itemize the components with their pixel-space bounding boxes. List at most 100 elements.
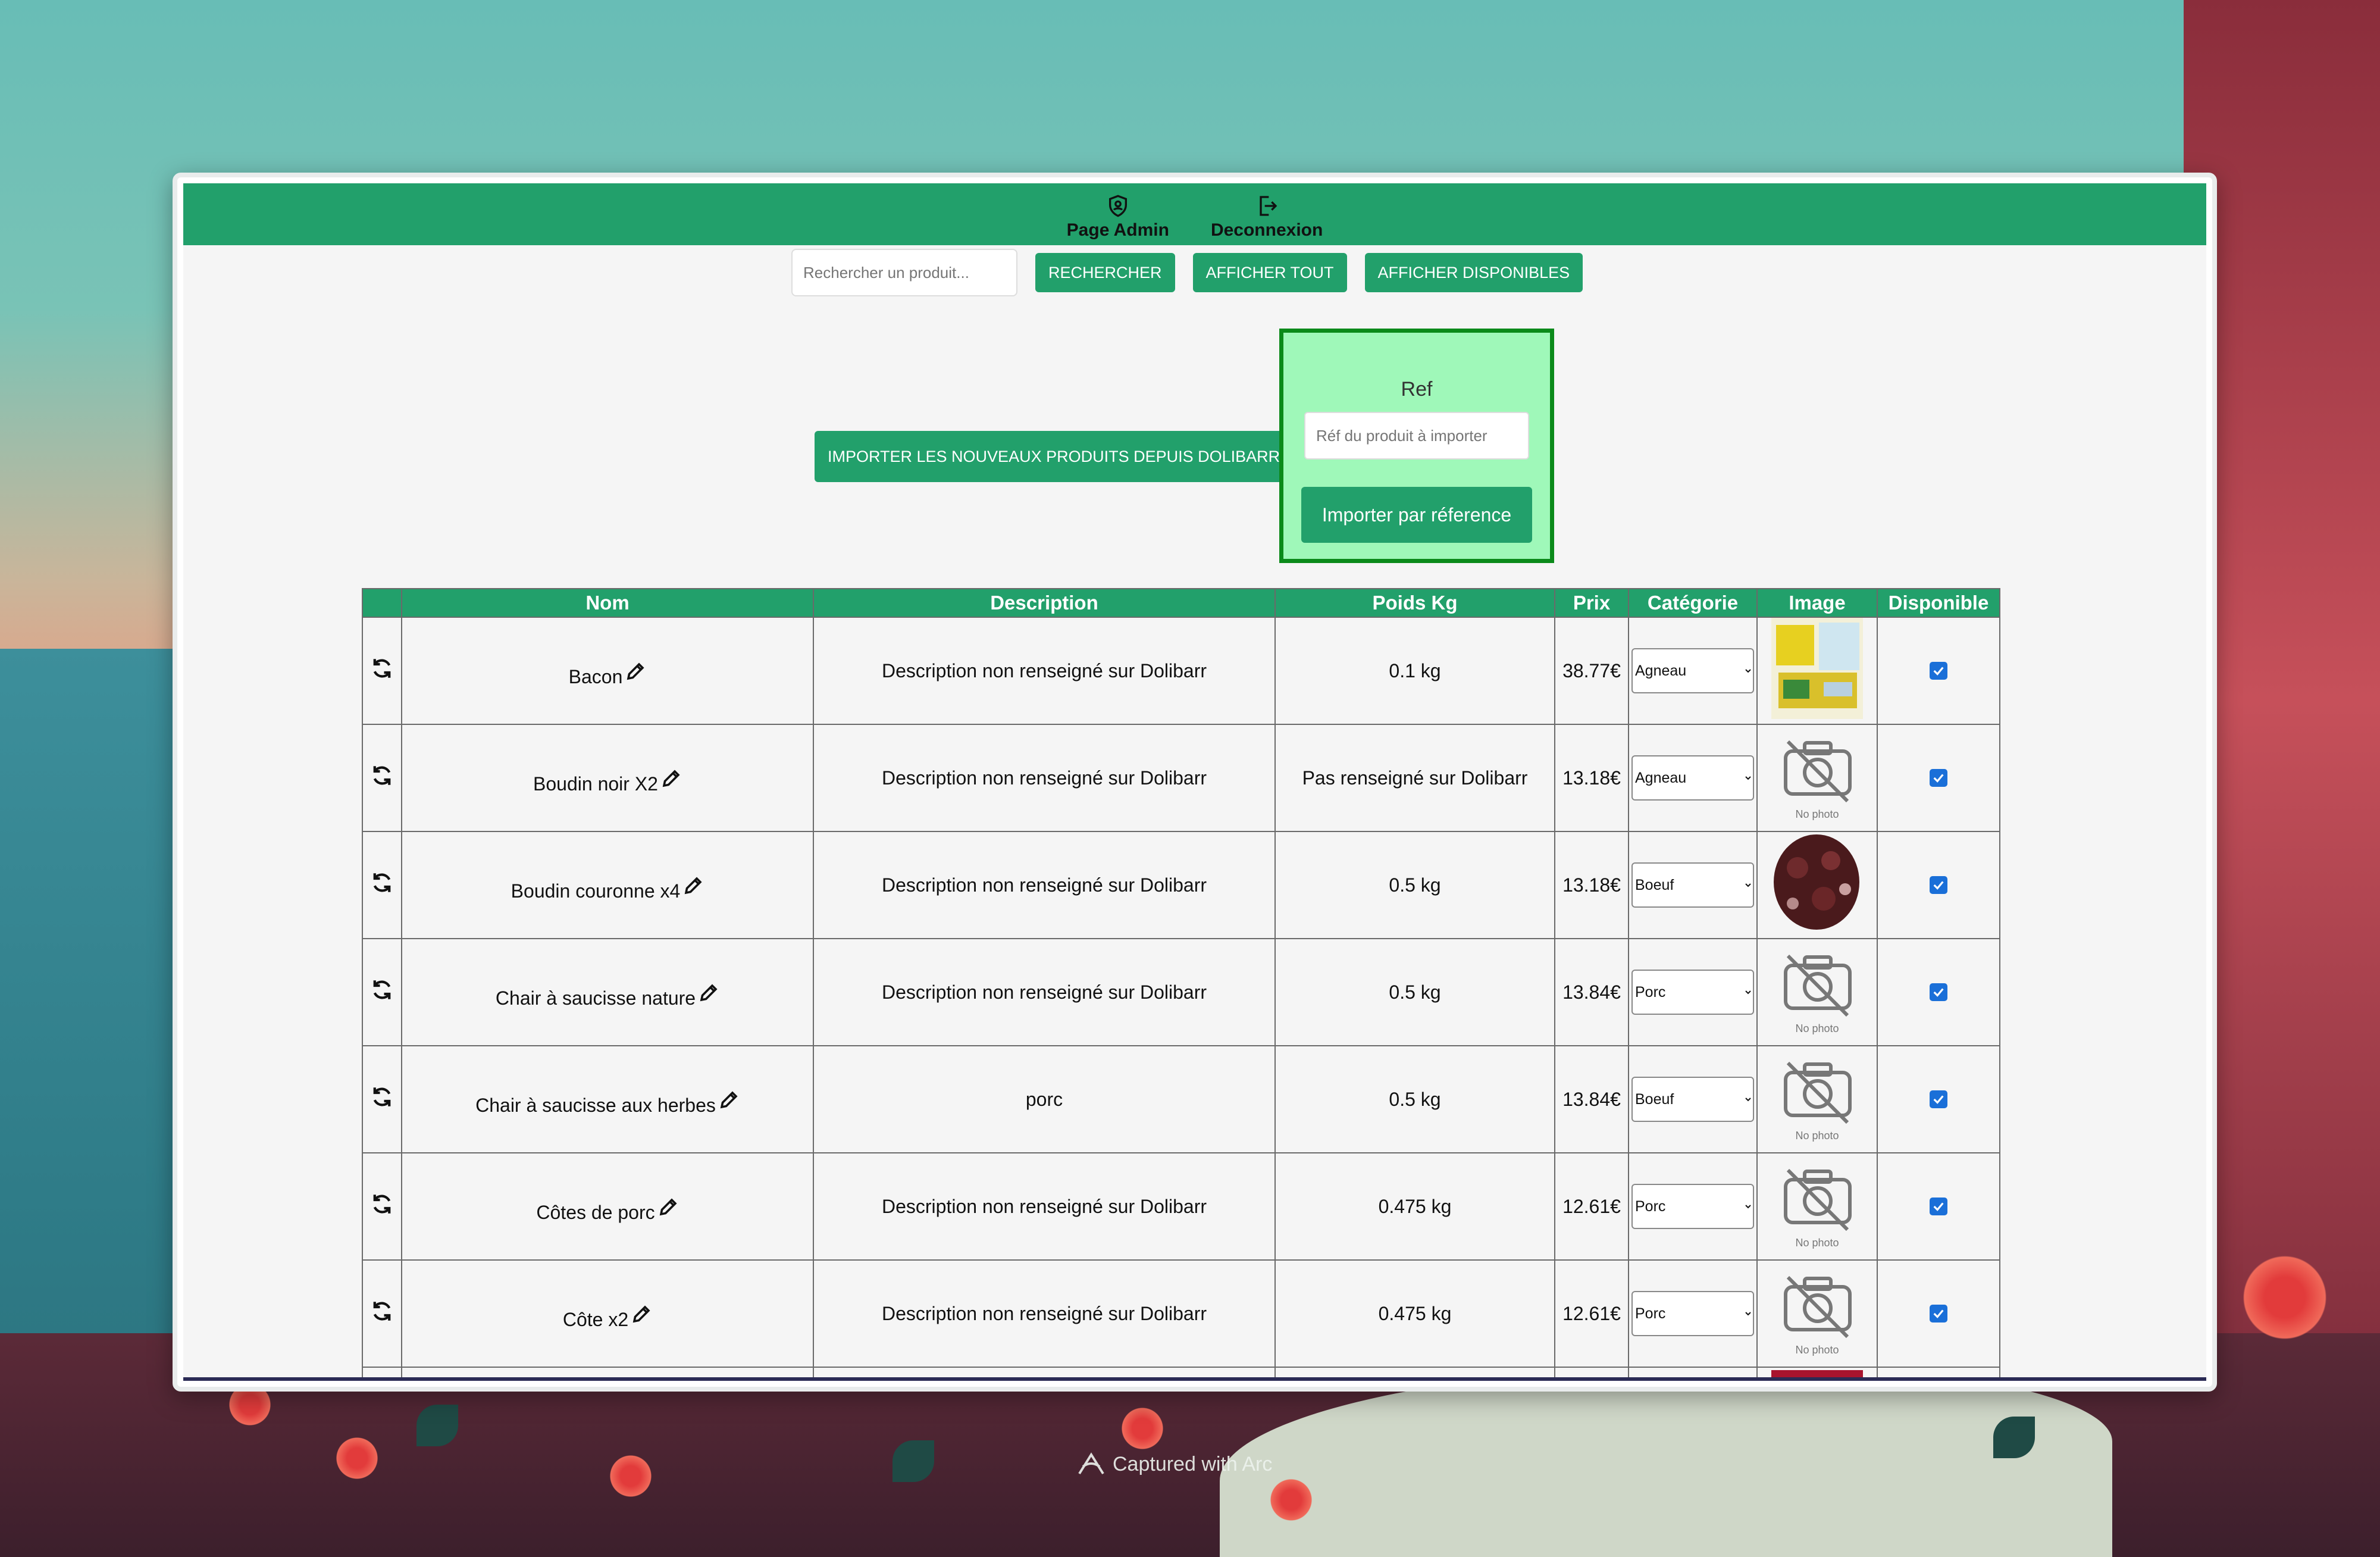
no-photo-text: No photo (1795, 1023, 1839, 1034)
check-icon (1933, 881, 1944, 890)
image-cell: No photo (1756, 724, 1878, 832)
shield-user-icon (1108, 195, 1127, 217)
available-cell (1877, 938, 2000, 1046)
table-row: Côte x2 Description non renseigné sur Dol… (362, 1259, 2000, 1368)
product-name: Chair à saucisse aux herbes (475, 1094, 716, 1116)
product-name: Boudin couronne x4 (511, 880, 681, 902)
header-prix: Prix (1554, 588, 1629, 618)
image-cell (1756, 617, 1878, 725)
nav-logout-link[interactable]: Deconnexion (1211, 194, 1323, 240)
product-name: Bacon (568, 665, 623, 687)
sync-cell (362, 1045, 402, 1153)
product-weight: 0.5 kg (1274, 1045, 1555, 1153)
nav-admin-link[interactable]: Page Admin (1067, 194, 1169, 240)
name-cell: Boudin noir X2 (401, 724, 814, 832)
top-nav-bar: Page Admin Deconnexion (183, 183, 2206, 245)
sync-cell (362, 724, 402, 832)
category-select[interactable]: AgneauBoeufPorc (1631, 755, 1754, 801)
no-photo-text: No photo (1795, 1344, 1839, 1356)
nav-logout-label: Deconnexion (1210, 220, 1323, 240)
category-select[interactable]: AgneauBoeufPorc (1631, 1291, 1754, 1336)
product-price: 13.84€ (1554, 1045, 1629, 1153)
arc-logo-icon (1078, 1452, 1104, 1475)
available-checkbox[interactable] (1930, 983, 1947, 1001)
category-select[interactable]: AgneauBoeufPorc (1631, 970, 1754, 1015)
product-weight: 0.475 kg (1274, 1152, 1555, 1261)
flower-decoration (2237, 1250, 2332, 1345)
product-price: 13.84€ (1554, 938, 1629, 1046)
products-table: Nom Description Poids Kg Prix Catégorie … (362, 588, 2000, 1381)
available-checkbox[interactable] (1930, 1090, 1947, 1108)
available-cell (1877, 724, 2000, 832)
no-photo-icon: No photo (1784, 954, 1852, 1034)
category-select[interactable]: AgneauBoeufPorc (1631, 1184, 1754, 1229)
available-checkbox[interactable] (1930, 662, 1947, 680)
edit-pencil-icon[interactable] (657, 1196, 679, 1218)
available-checkbox[interactable] (1930, 1305, 1947, 1322)
category-cell: AgneauBoeufPorc (1628, 1152, 1758, 1261)
edit-pencil-icon[interactable] (718, 1089, 740, 1111)
category-cell: AgneauBoeufPorc (1628, 724, 1758, 832)
category-select[interactable]: AgneauBoeufPorc (1631, 648, 1754, 693)
product-description: Description non renseigné sur Dolibarr (813, 831, 1276, 939)
product-description: porc (813, 1045, 1276, 1153)
search-button[interactable]: RECHERCHER (1035, 253, 1175, 292)
available-cell (1877, 1045, 2000, 1153)
flower-decoration (333, 1434, 381, 1482)
ref-input[interactable] (1304, 412, 1529, 459)
table-header-row: Nom Description Poids Kg Prix Catégorie … (362, 588, 2000, 618)
sync-cell (362, 1259, 402, 1368)
category-cell: AgneauBoeufPorc (1628, 1259, 1758, 1368)
search-input[interactable] (791, 249, 1017, 296)
image-cell: No photo (1756, 1259, 1878, 1368)
category-select[interactable]: AgneauBoeufPorc (1631, 1077, 1754, 1122)
available-cell (1877, 617, 2000, 725)
capture-watermark: Captured with Arc (1077, 1452, 1272, 1476)
check-icon (1933, 988, 1944, 997)
product-name: Côtes de porc (536, 1201, 655, 1223)
product-price: 38.77€ (1554, 617, 1629, 725)
product-description: Description non renseigné sur Dolibarr (813, 724, 1276, 832)
refresh-icon[interactable] (369, 1299, 394, 1324)
name-cell: Boudin couronne x4 (401, 831, 814, 939)
name-cell: Côte x2 (401, 1259, 814, 1368)
product-description: Description non renseigné sur Dolibarr (813, 1152, 1276, 1261)
available-checkbox[interactable] (1930, 876, 1947, 894)
header-categorie: Catégorie (1628, 588, 1758, 618)
refresh-icon[interactable] (369, 763, 394, 788)
search-toolbar: RECHERCHER AFFICHER TOUT AFFICHER DISPON… (791, 249, 1583, 296)
no-photo-icon: No photo (1784, 740, 1852, 820)
product-weight: 0.5 kg (1274, 938, 1555, 1046)
category-cell: AgneauBoeufPorc (1628, 938, 1758, 1046)
refresh-icon[interactable] (369, 977, 394, 1002)
no-photo-text: No photo (1795, 808, 1839, 820)
product-photo-bacon (1771, 618, 1863, 719)
available-checkbox[interactable] (1930, 769, 1947, 787)
refresh-icon[interactable] (369, 656, 394, 681)
ref-label: Ref (1401, 378, 1433, 401)
no-photo-icon: No photo (1784, 1168, 1852, 1249)
check-icon (1933, 1202, 1944, 1211)
refresh-icon[interactable] (369, 1192, 394, 1217)
edit-pencil-icon[interactable] (660, 768, 682, 789)
name-cell: Chair à saucisse nature (401, 938, 814, 1046)
sync-cell (362, 1152, 402, 1261)
show-all-button[interactable]: AFFICHER TOUT (1192, 253, 1347, 292)
import-new-products-button[interactable]: IMPORTER LES NOUVEAUX PRODUITS DEPUIS DO… (815, 431, 1294, 482)
edit-pencil-icon[interactable] (625, 661, 646, 682)
import-by-ref-panel: Ref Importer par réference (1279, 329, 1554, 563)
edit-pencil-icon[interactable] (631, 1303, 652, 1325)
product-weight: 0.475 kg (1274, 1259, 1555, 1368)
category-select[interactable]: AgneauBoeufPorc (1631, 862, 1754, 908)
import-by-ref-button[interactable]: Importer par réference (1301, 487, 1532, 543)
edit-pencil-icon[interactable] (682, 875, 704, 896)
edit-pencil-icon[interactable] (698, 982, 719, 1003)
refresh-icon[interactable] (369, 870, 394, 895)
no-photo-icon: No photo (1784, 1275, 1852, 1356)
refresh-icon[interactable] (369, 1084, 394, 1109)
available-checkbox[interactable] (1930, 1198, 1947, 1215)
table-row: Boudin couronne x4 Description non rensei… (362, 831, 2000, 939)
table-row: Côtes de porc Description non renseigné s… (362, 1152, 2000, 1261)
product-name: Côte x2 (562, 1308, 629, 1330)
show-available-button[interactable]: AFFICHER DISPONIBLES (1364, 253, 1583, 292)
